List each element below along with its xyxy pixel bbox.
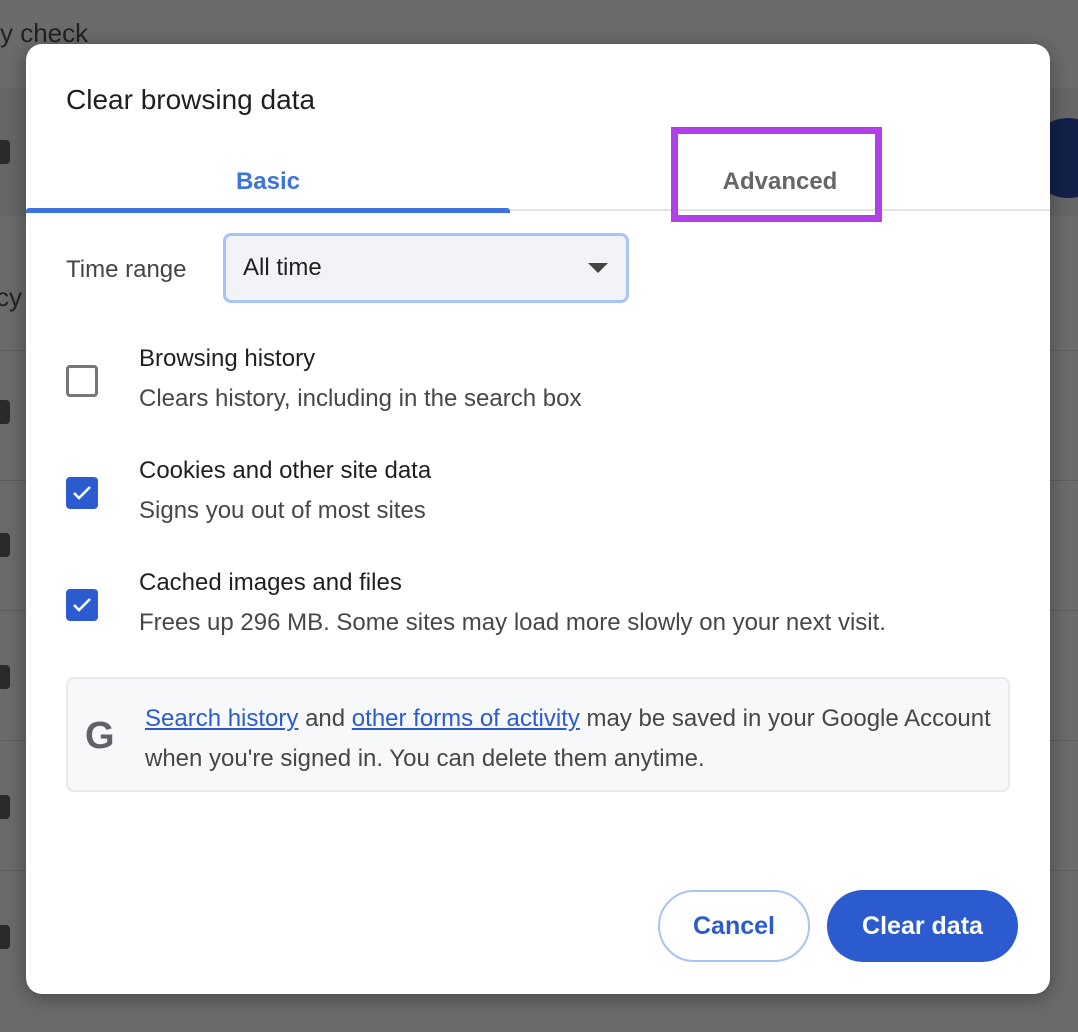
compass-icon (0, 533, 10, 557)
dialog-title: Clear browsing data (66, 84, 316, 115)
option-description: Frees up 296 MB. Some sites may load mor… (139, 609, 886, 636)
chevron-down-icon (588, 263, 608, 273)
time-range-label: Time range (66, 256, 187, 283)
option-title: Cached images and files (139, 569, 402, 596)
search-history-link[interactable]: Search history (145, 705, 298, 732)
checkmark-icon (73, 486, 91, 500)
checkbox[interactable] (66, 589, 98, 621)
info-text-part: and (298, 705, 352, 732)
option-title: Cookies and other site data (139, 457, 432, 484)
time-range-value: All time (243, 254, 322, 281)
cancel-button[interactable]: Cancel (658, 890, 810, 962)
advanced-tab-highlight (671, 127, 882, 222)
shield-icon (0, 140, 10, 164)
google-account-info: G Search history and other forms of acti… (66, 677, 1010, 792)
cookie-icon (0, 665, 10, 689)
tab-basic[interactable]: Basic (26, 152, 510, 213)
time-range-select[interactable]: All time (223, 233, 629, 303)
clear-browsing-data-dialog: Clear browsing data Basic Advanced Time … (26, 44, 1050, 994)
checkmark-icon (73, 598, 91, 612)
shield-icon (0, 925, 10, 949)
option-description: Clears history, including in the search … (139, 385, 582, 412)
checkbox[interactable] (66, 477, 98, 509)
trash-icon (0, 400, 10, 424)
checkbox[interactable] (66, 365, 98, 397)
other-activity-link[interactable]: other forms of activity (352, 705, 580, 732)
option-description: Signs you out of most sites (139, 497, 426, 524)
clear-data-button[interactable]: Clear data (827, 890, 1018, 962)
google-g-icon: G (85, 715, 115, 757)
settings-icon (0, 795, 10, 819)
background-heading-2: cy (0, 282, 22, 312)
option-title: Browsing history (139, 345, 316, 372)
info-text: Search history and other forms of activi… (145, 699, 1005, 779)
tab-bar: Basic Advanced (26, 152, 1050, 213)
